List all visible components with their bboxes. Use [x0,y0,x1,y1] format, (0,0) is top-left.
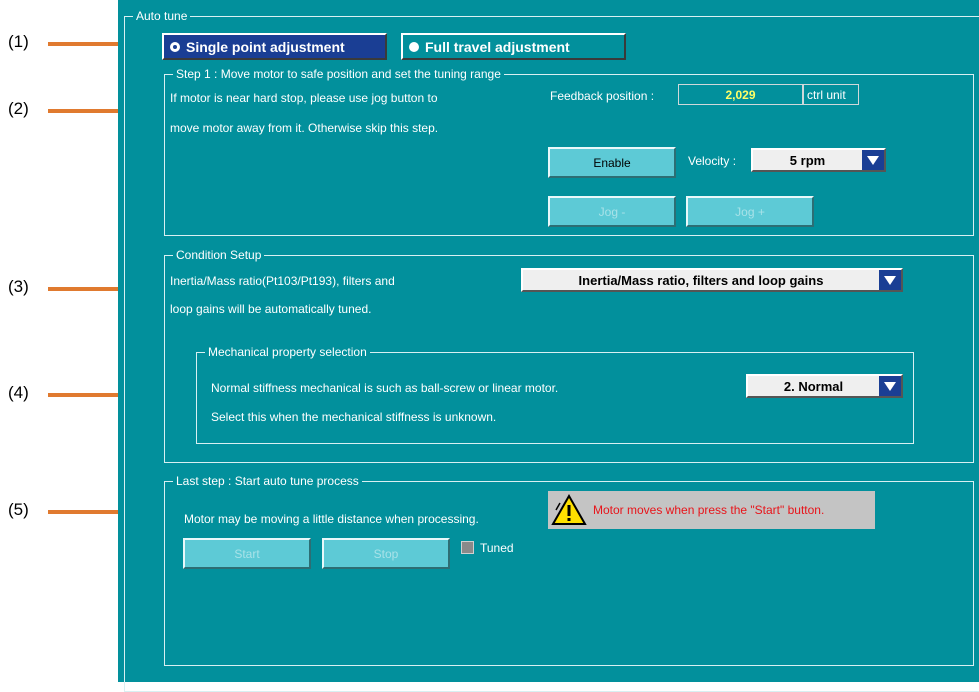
chevron-down-icon [884,275,896,285]
condition-setup-title: Condition Setup [173,248,265,262]
warning-text: Motor moves when press the "Start" butto… [593,503,825,517]
velocity-value: 5 rpm [789,152,826,168]
step1-desc-line1: If motor is near hard stop, please use j… [170,91,438,105]
callout-label-5: (5) [8,500,29,519]
warning-triangle-icon [551,494,587,525]
callout-label-3: (3) [8,277,29,296]
feedback-position-label: Feedback position : [550,89,655,103]
mechanical-property-dropdown-arrow[interactable] [879,376,901,396]
last-step-desc: Motor may be moving a little distance wh… [184,512,479,526]
enable-button[interactable]: Enable [548,147,676,178]
step1-desc-line2: move motor away from it. Otherwise skip … [170,121,439,135]
tuning-mode-dropdown-arrow[interactable] [879,270,901,290]
callout-label-2: (2) [8,99,29,118]
jog-minus-button[interactable]: Jog - [548,196,676,227]
single-point-adjustment-radio[interactable]: Single point adjustment [162,33,387,60]
single-point-adjustment-label: Single point adjustment [186,38,345,55]
auto-tune-title: Auto tune [133,9,191,23]
full-travel-adjustment-radio[interactable]: Full travel adjustment [401,33,626,60]
callout-label-1: (1) [8,32,29,51]
jog-plus-button[interactable]: Jog + [686,196,814,227]
radio-selected-icon [170,41,180,52]
mechanical-property-title: Mechanical property selection [205,345,370,359]
callout-label-4: (4) [8,383,29,402]
auto-tune-panel: Auto tune Single point adjustment Full t… [118,0,979,692]
chevron-down-icon [867,155,879,165]
step1-title: Step 1 : Move motor to safe position and… [173,67,504,81]
chevron-down-icon [884,381,896,391]
mechanical-property-group: Mechanical property selection [196,345,914,444]
tuning-mode-select[interactable]: Inertia/Mass ratio, filters and loop gai… [521,268,903,292]
feedback-unit-label: ctrl unit [807,87,846,102]
start-button[interactable]: Start [183,538,311,569]
mechanical-desc-line2: Select this when the mechanical stiffnes… [211,410,497,424]
mechanical-property-select[interactable]: 2. Normal [746,374,903,398]
tuned-label: Tuned [480,541,514,555]
radio-unselected-icon [409,41,419,52]
condition-desc-line1: Inertia/Mass ratio(Pt103/Pt193), filters… [170,274,395,288]
feedback-position-value: 2,029 [678,84,803,105]
velocity-dropdown-arrow[interactable] [862,150,884,170]
feedback-unit-box: ctrl unit [803,84,859,105]
warning-banner: Motor moves when press the "Start" butto… [548,491,875,529]
stop-button[interactable]: Stop [322,538,450,569]
mechanical-property-value: 2. Normal [783,378,844,394]
last-step-title: Last step : Start auto tune process [173,474,362,488]
tuning-mode-value: Inertia/Mass ratio, filters and loop gai… [578,272,824,288]
velocity-select[interactable]: 5 rpm [751,148,886,172]
tuned-checkbox[interactable] [461,541,474,554]
full-travel-adjustment-label: Full travel adjustment [425,38,570,55]
velocity-label: Velocity : [688,154,737,168]
mechanical-desc-line1: Normal stiffness mechanical is such as b… [211,381,559,395]
condition-desc-line2: loop gains will be automatically tuned. [170,302,372,316]
